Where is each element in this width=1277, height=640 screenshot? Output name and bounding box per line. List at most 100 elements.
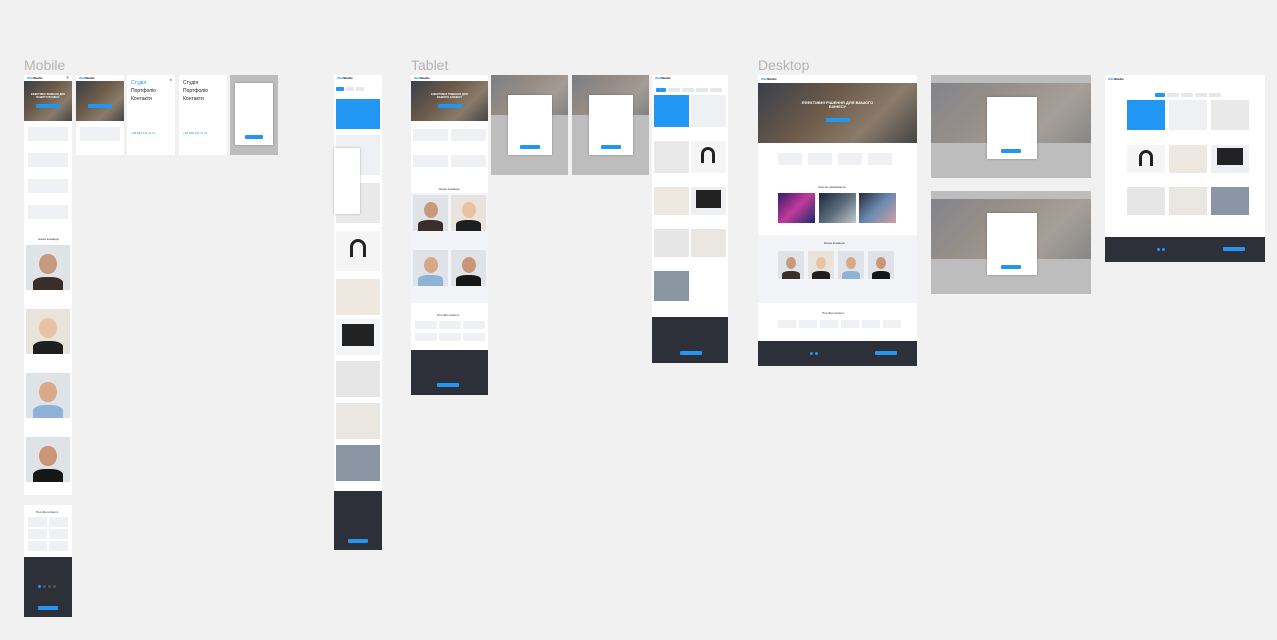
modal-submit-button[interactable] — [520, 145, 540, 149]
portfolio-card[interactable] — [654, 229, 689, 257]
filter-pill[interactable] — [1195, 93, 1207, 97]
filter-pill[interactable] — [710, 88, 722, 92]
logo[interactable]: WebStudio — [27, 76, 43, 80]
social-icon[interactable] — [810, 352, 813, 355]
portfolio-card[interactable] — [654, 187, 689, 215]
tablet-portfolio-narrow: WebStudio — [334, 75, 382, 550]
logo[interactable]: WebStudio — [655, 76, 671, 80]
logo[interactable]: WebStudio — [761, 77, 777, 81]
menu-item-portfolio[interactable]: Портфоліо — [183, 87, 208, 95]
menu-item-contacts[interactable]: Контакти — [183, 95, 204, 103]
client-logo — [28, 541, 47, 551]
menu-item-portfolio[interactable]: Портфоліо — [131, 87, 156, 95]
logo[interactable]: WebStudio — [79, 76, 95, 80]
client-logo — [415, 321, 437, 329]
team-photo — [26, 437, 70, 482]
portfolio-card[interactable] — [1169, 100, 1207, 130]
filter-pill[interactable] — [346, 87, 354, 91]
modal-submit-button[interactable] — [1001, 265, 1021, 269]
portfolio-card-monitor[interactable] — [691, 187, 726, 215]
team-heading: Наша команда — [824, 241, 845, 245]
portfolio-card-laptop[interactable] — [1211, 187, 1249, 215]
logo[interactable]: WebStudio — [337, 76, 353, 80]
hero-button[interactable] — [36, 104, 60, 109]
portfolio-card[interactable] — [691, 95, 726, 127]
portfolio-card[interactable] — [654, 141, 689, 173]
portfolio-card[interactable] — [336, 361, 380, 397]
client-logo — [883, 320, 901, 328]
subscribe-button[interactable] — [680, 351, 702, 355]
social-icon[interactable] — [1162, 248, 1165, 251]
portfolio-card-headphones[interactable] — [336, 231, 380, 271]
portfolio-card-headphones[interactable] — [1127, 145, 1165, 173]
clients-heading: Постійні клієнти — [822, 311, 845, 315]
portfolio-card[interactable] — [1169, 145, 1207, 173]
social-icon[interactable] — [815, 352, 818, 355]
filter-pill[interactable] — [356, 87, 364, 91]
tablet-portfolio-frame: WebStudio — [652, 75, 728, 363]
portfolio-card-blue[interactable] — [336, 99, 380, 129]
portfolio-card-headphones[interactable] — [691, 141, 726, 173]
menu-item-studio[interactable]: Студія — [183, 79, 198, 87]
subscribe-button[interactable] — [1223, 247, 1245, 251]
phone-number[interactable]: +38 096 111 11 11 — [183, 131, 207, 135]
subscribe-button[interactable] — [348, 539, 368, 543]
filter-pill[interactable] — [1181, 93, 1193, 97]
portfolio-card-label[interactable] — [1169, 187, 1207, 215]
hero-button[interactable] — [825, 117, 850, 122]
portfolio-card-blue[interactable] — [654, 95, 689, 127]
filter-all[interactable] — [1155, 93, 1165, 97]
portfolio-card-monitor[interactable] — [336, 319, 380, 355]
social-icon[interactable] — [38, 585, 41, 588]
filter-pill[interactable] — [1167, 93, 1179, 97]
menu-item-studio[interactable]: Студія — [131, 79, 146, 87]
portfolio-card[interactable] — [1127, 187, 1165, 215]
hero-button[interactable] — [437, 104, 462, 109]
work-image[interactable] — [859, 193, 896, 223]
subscribe-button[interactable] — [38, 606, 58, 610]
portfolio-card-monitor[interactable] — [1211, 145, 1249, 173]
portfolio-card-laptop[interactable] — [336, 445, 380, 481]
social-icon[interactable] — [48, 585, 51, 588]
social-icon[interactable] — [1157, 248, 1160, 251]
filter-pill[interactable] — [696, 88, 708, 92]
menu-item-contacts[interactable]: Контакти — [131, 95, 152, 103]
logo[interactable]: WebStudio — [1108, 77, 1124, 81]
team-photo — [451, 250, 486, 286]
portfolio-card[interactable] — [336, 279, 380, 315]
filter-pill[interactable] — [668, 88, 680, 92]
modal — [508, 95, 552, 155]
service-card — [838, 153, 862, 165]
filter-all[interactable] — [336, 87, 344, 91]
subscribe-button[interactable] — [437, 383, 459, 387]
social-icon[interactable] — [53, 585, 56, 588]
desktop-modal-frame — [931, 75, 1091, 178]
modal — [235, 83, 273, 145]
tablet-modal-overlay — [334, 148, 360, 214]
filter-all[interactable] — [656, 88, 666, 92]
portfolio-card-label[interactable] — [691, 229, 726, 257]
logo[interactable]: WebStudio — [414, 76, 430, 80]
modal-submit-button[interactable] — [601, 145, 621, 149]
portfolio-card[interactable] — [1211, 100, 1249, 130]
phone-number[interactable]: +38 096 111 11 11 — [131, 131, 155, 135]
social-icon[interactable] — [43, 585, 46, 588]
filter-pill[interactable] — [682, 88, 694, 92]
tablet-footer — [652, 317, 728, 363]
menu-icon[interactable]: ☰ — [66, 76, 69, 80]
subscribe-button[interactable] — [875, 351, 897, 355]
close-icon[interactable]: ✕ — [169, 78, 172, 82]
portfolio-card-blue[interactable] — [1127, 100, 1165, 130]
portfolio-card-laptop[interactable] — [654, 271, 689, 301]
modal-submit-button[interactable] — [245, 135, 263, 139]
team-photo — [413, 250, 448, 286]
mobile-clients-frame: Постійні клієнти — [24, 505, 72, 557]
work-image[interactable] — [778, 193, 815, 223]
clients-heading: Постійні клієнти — [437, 313, 460, 317]
filter-pill[interactable] — [1209, 93, 1221, 97]
portfolio-card-label[interactable] — [336, 403, 380, 439]
why-heading: Чим ми займаємось — [818, 185, 846, 189]
work-image[interactable] — [819, 193, 856, 223]
hero-button[interactable] — [88, 104, 112, 109]
modal-submit-button[interactable] — [1001, 149, 1021, 153]
